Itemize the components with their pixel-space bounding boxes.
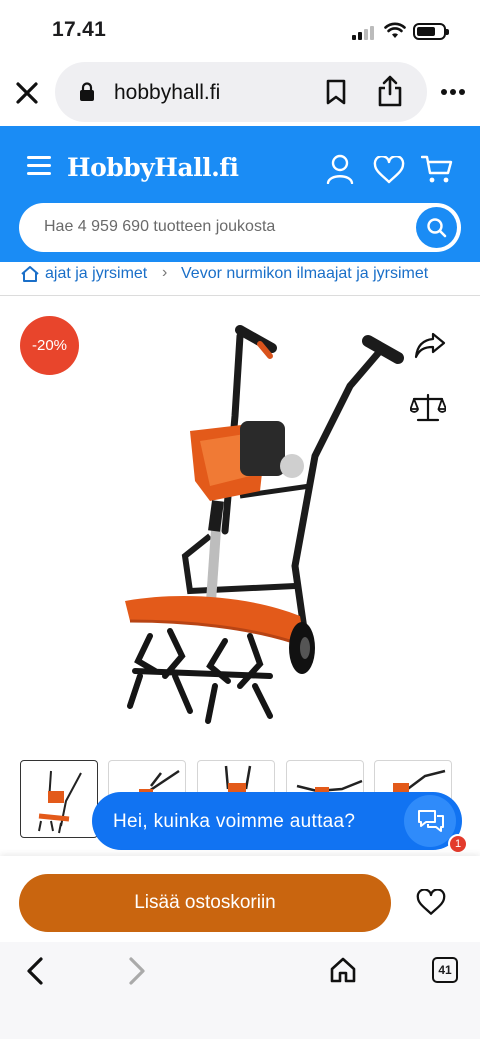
chat-unread-badge: 1 bbox=[448, 834, 468, 854]
share-icon[interactable] bbox=[377, 75, 403, 107]
status-time: 17.41 bbox=[52, 18, 107, 41]
url-field[interactable]: hobbyhall.fi bbox=[55, 62, 427, 122]
cart-icon[interactable] bbox=[421, 154, 453, 184]
search-button[interactable] bbox=[416, 207, 457, 248]
more-icon[interactable] bbox=[440, 88, 466, 96]
wifi-icon bbox=[384, 22, 406, 38]
browser-address-bar: hobbyhall.fi bbox=[0, 60, 480, 126]
add-to-cart-bar: Lisää ostoskoriin bbox=[0, 856, 480, 942]
share-arrow-icon[interactable] bbox=[414, 330, 446, 360]
bookmark-icon[interactable] bbox=[325, 79, 347, 105]
back-icon[interactable] bbox=[24, 956, 46, 986]
breadcrumb: ajat ja jyrsimet › Vevor nurmikon ilmaaj… bbox=[0, 262, 480, 296]
search-placeholder: Hae 4 959 690 tuotteen joukosta bbox=[44, 218, 276, 235]
close-icon[interactable] bbox=[14, 80, 40, 106]
chat-icon bbox=[418, 810, 444, 832]
site-header: HobbyHall.fi Hae 4 959 690 tuotteen jouk… bbox=[0, 126, 480, 262]
search-icon bbox=[427, 218, 447, 238]
browser-toolbar: 41 bbox=[0, 942, 480, 1039]
breadcrumb-item[interactable]: Vevor nurmikon ilmaajat ja jyrsimet bbox=[181, 265, 428, 283]
product-image-tiller[interactable] bbox=[110, 316, 410, 736]
discount-badge: -20% bbox=[20, 316, 79, 375]
product-thumbnail[interactable] bbox=[20, 760, 98, 838]
heart-icon[interactable] bbox=[373, 156, 405, 184]
add-to-cart-button[interactable]: Lisää ostoskoriin bbox=[19, 874, 391, 932]
compare-scale-icon[interactable] bbox=[410, 392, 446, 424]
page-root: 17.41 hobbyhall.fi HobbyHall.fi Hae 4 95… bbox=[0, 0, 480, 1039]
search-input[interactable]: Hae 4 959 690 tuotteen joukosta bbox=[19, 203, 461, 252]
cellular-signal-icon bbox=[352, 26, 374, 40]
breadcrumb-separator: › bbox=[162, 264, 168, 281]
status-bar: 17.41 bbox=[0, 0, 480, 60]
tabs-icon[interactable]: 41 bbox=[432, 957, 458, 983]
home-icon[interactable] bbox=[20, 265, 40, 283]
heart-icon[interactable] bbox=[416, 889, 446, 916]
chat-prompt: Hei, kuinka voimme auttaa? bbox=[113, 811, 356, 832]
site-logo[interactable]: HobbyHall.fi bbox=[67, 153, 239, 182]
menu-icon[interactable] bbox=[27, 156, 51, 176]
breadcrumb-item[interactable]: ajat ja jyrsimet bbox=[45, 265, 147, 283]
home-icon[interactable] bbox=[329, 956, 357, 984]
chat-widget[interactable]: Hei, kuinka voimme auttaa? bbox=[92, 792, 462, 850]
account-icon[interactable] bbox=[326, 154, 354, 184]
forward-icon[interactable] bbox=[126, 956, 148, 986]
battery-icon bbox=[413, 23, 449, 40]
url-text: hobbyhall.fi bbox=[114, 81, 221, 104]
lock-icon bbox=[80, 82, 94, 101]
